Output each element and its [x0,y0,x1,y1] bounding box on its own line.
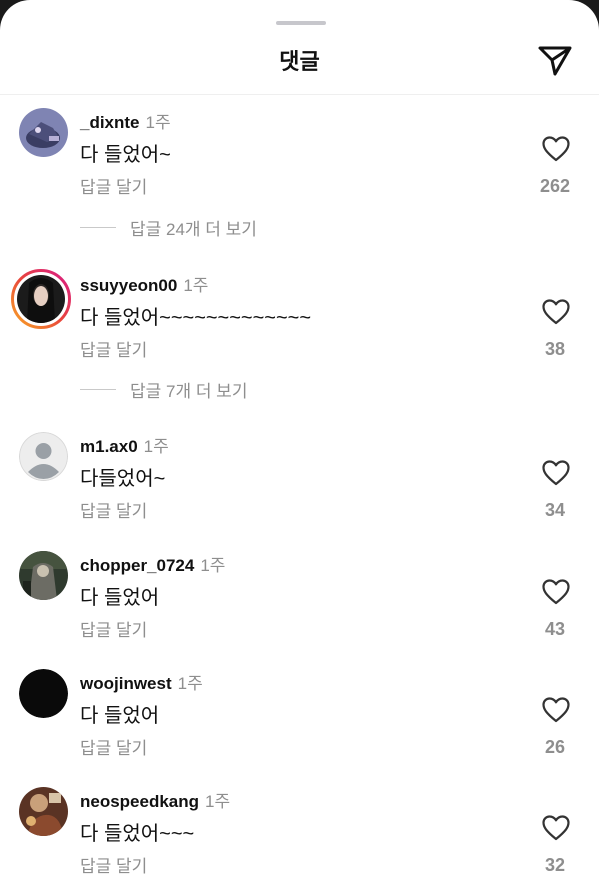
sheet-grabber[interactable] [276,21,326,25]
reply-thread-line [80,389,116,390]
sheet-title: 댓글 [279,49,320,74]
avatar-story-ring[interactable] [11,269,71,329]
heart-icon[interactable] [542,460,570,486]
comment-text: 다 들었어 [80,587,160,609]
comment-text: 다 들었어~~~~~~~~~~~~~ [80,307,311,329]
heart-icon[interactable] [542,299,570,325]
heart-icon[interactable] [542,697,570,723]
comment-text: 다 들었어~~~ [80,823,195,845]
comment-text: 다들었어~ [80,468,166,490]
comment-text: 다 들었어~ [80,144,171,166]
reply-thread-line [80,227,116,228]
comment-time: 1주 [177,674,203,693]
reply-button[interactable]: 답글 달기 [80,616,147,641]
comment-username[interactable]: ssuyyeon00 1주 [80,271,208,296]
like-count: 43 [544,619,566,639]
comment-time: 1주 [183,276,209,295]
heart-icon[interactable] [542,136,570,162]
header-divider [0,94,599,95]
avatar[interactable] [19,787,68,836]
comment-time: 1주 [200,556,226,575]
comment-time: 1주 [145,113,171,132]
reply-button[interactable]: 답글 달기 [80,734,147,759]
reply-button[interactable]: 답글 달기 [80,173,147,198]
comment-time: 1주 [205,792,231,811]
like-count: 32 [544,855,566,875]
comment-username[interactable]: m1.ax0 1주 [80,432,169,457]
heart-icon[interactable] [542,815,570,841]
comment-username[interactable]: chopper_0724 1주 [80,551,225,576]
view-replies-button[interactable]: 답글 7개 더 보기 [80,377,247,402]
reply-button[interactable]: 답글 달기 [80,497,147,522]
like-count: 38 [544,339,566,359]
comment-username[interactable]: woojinwest 1주 [80,669,203,694]
avatar[interactable] [19,669,68,718]
reply-button[interactable]: 답글 달기 [80,852,147,877]
reply-button[interactable]: 답글 달기 [80,336,147,361]
default-avatar-icon[interactable] [19,432,68,481]
avatar[interactable] [19,108,68,157]
comment-text: 다 들었어 [80,705,160,727]
comment-time: 1주 [143,437,169,456]
paper-plane-icon[interactable] [535,40,575,80]
like-count: 26 [544,737,566,757]
heart-icon[interactable] [542,579,570,605]
comment-username[interactable]: _dixnte 1주 [80,108,171,133]
avatar[interactable] [19,551,68,600]
comments-sheet: 댓글 _dixnte 1주 다 들었어~ 답글 달기 262 답글 24개 더 보… [0,0,599,879]
comment-username[interactable]: neospeedkang 1주 [80,787,230,812]
view-replies-button[interactable]: 답글 24개 더 보기 [80,215,257,240]
like-count: 262 [539,176,571,196]
like-count: 34 [544,500,566,520]
